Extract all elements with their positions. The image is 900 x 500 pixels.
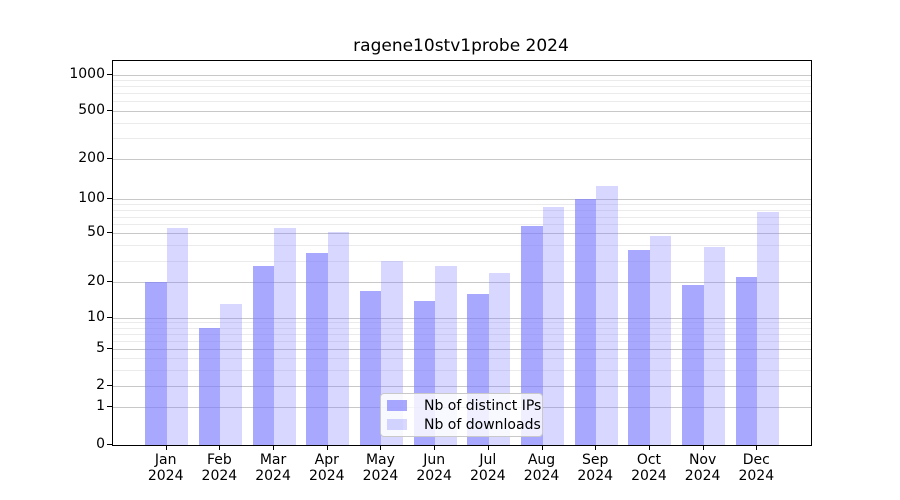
legend-label-downloads: Nb of downloads	[424, 416, 541, 434]
y-tick	[107, 74, 112, 75]
legend-item-distinct-ips: Nb of distinct IPs	[387, 396, 534, 415]
y-tick	[107, 281, 112, 282]
x-tick	[434, 445, 435, 450]
gridline-minor	[113, 101, 811, 102]
bar-downloads-nov	[704, 247, 726, 445]
gridline-minor	[113, 224, 811, 225]
y-tick-label: 50	[0, 224, 105, 240]
y-tick-label: 100	[0, 190, 105, 206]
gridline-minor	[113, 93, 811, 94]
bar-downloads-jan	[167, 228, 189, 445]
gridline-major	[113, 111, 811, 112]
legend-swatch-distinct-ips-icon	[387, 400, 407, 411]
y-tick-label: 0	[0, 436, 105, 452]
y-tick	[107, 232, 112, 233]
y-tick-label: 500	[0, 102, 105, 118]
x-tick	[595, 445, 596, 450]
y-tick-label: 10	[0, 309, 105, 325]
y-tick	[107, 406, 112, 407]
x-tick	[488, 445, 489, 450]
bar-downloads-oct	[650, 236, 672, 445]
gridline-minor	[113, 80, 811, 81]
gridline-minor	[113, 210, 811, 211]
bar-downloads-feb	[220, 304, 242, 445]
bar-distinct-ips-dec	[736, 277, 758, 445]
x-tick	[327, 445, 328, 450]
gridline-minor	[113, 86, 811, 87]
y-tick	[107, 317, 112, 318]
legend: Nb of distinct IPs Nb of downloads	[380, 393, 543, 437]
gridline-major	[113, 159, 811, 160]
gridline-minor	[113, 123, 811, 124]
gridline-major	[113, 199, 811, 200]
y-tick	[107, 444, 112, 445]
bar-distinct-ips-jan	[145, 282, 167, 445]
chart-figure: ragene10stv1probe 2024 0 1 2 5 10 20 50 100 200 5…	[0, 0, 900, 500]
bar-downloads-aug	[543, 207, 565, 445]
y-tick-label: 2	[0, 377, 105, 393]
gridline-minor	[113, 217, 811, 218]
x-tick-label: Dec2024	[724, 452, 788, 484]
legend-label-distinct-ips: Nb of distinct IPs	[424, 397, 541, 415]
y-tick	[107, 110, 112, 111]
x-tick	[649, 445, 650, 450]
y-tick-label: 200	[0, 150, 105, 166]
y-tick-label: 20	[0, 273, 105, 289]
bar-downloads-dec	[757, 212, 779, 445]
x-tick	[380, 445, 381, 450]
gridline-minor	[113, 138, 811, 139]
y-tick-label: 1000	[0, 66, 105, 82]
legend-item-downloads: Nb of downloads	[387, 415, 534, 434]
x-tick	[273, 445, 274, 450]
x-tick	[166, 445, 167, 450]
x-tick	[542, 445, 543, 450]
bar-downloads-sep	[596, 186, 618, 445]
bar-distinct-ips-may	[360, 291, 382, 445]
bar-downloads-mar	[274, 228, 296, 445]
y-tick	[107, 348, 112, 349]
x-tick	[756, 445, 757, 450]
gridline-major	[113, 75, 811, 76]
legend-swatch-downloads-icon	[387, 419, 407, 430]
x-tick	[703, 445, 704, 450]
bar-distinct-ips-oct	[628, 250, 650, 445]
chart-title: ragene10stv1probe 2024	[112, 36, 810, 58]
bar-distinct-ips-apr	[306, 253, 328, 445]
plot-area	[112, 60, 812, 446]
bar-distinct-ips-feb	[199, 328, 221, 445]
gridline-minor	[113, 204, 811, 205]
x-tick	[219, 445, 220, 450]
bar-downloads-apr	[328, 232, 350, 445]
y-tick	[107, 158, 112, 159]
y-tick-label: 1	[0, 398, 105, 414]
gridline-major	[113, 233, 811, 234]
bar-distinct-ips-mar	[253, 266, 275, 445]
bar-distinct-ips-sep	[575, 199, 597, 445]
y-tick	[107, 198, 112, 199]
y-tick	[107, 385, 112, 386]
y-tick-label: 5	[0, 340, 105, 356]
bar-distinct-ips-nov	[682, 285, 704, 445]
